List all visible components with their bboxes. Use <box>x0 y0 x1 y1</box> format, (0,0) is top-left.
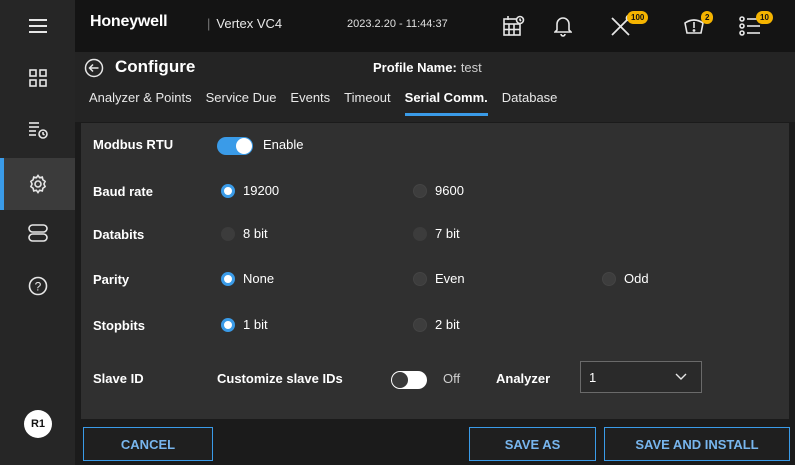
server-icon <box>27 224 48 242</box>
brand-logo: Honeywell <box>90 13 168 30</box>
list-clock-icon <box>28 122 48 139</box>
back-arrow-icon <box>84 58 104 78</box>
tools-badge: 100 <box>627 11 649 24</box>
top-bar: Honeywell Vertex VC4 2023.2.20 - 11:44:3… <box>75 0 795 52</box>
footer-bar: CANCEL SAVE AS SAVE AND INSTALL <box>75 420 795 465</box>
modbus-label: Modbus RTU <box>93 137 174 152</box>
notifications-button[interactable] <box>554 10 572 42</box>
tab-database[interactable]: Database <box>502 88 558 116</box>
sidebar: ? R1 <box>0 0 75 465</box>
alarm-button[interactable]: 2 <box>683 10 714 42</box>
cancel-button[interactable]: CANCEL <box>83 427 213 461</box>
save-as-button[interactable]: SAVE AS <box>469 427 596 461</box>
tab-serial-comm[interactable]: Serial Comm. <box>404 88 488 116</box>
list-badge: 10 <box>756 11 773 24</box>
sidebar-item-storage[interactable] <box>0 207 75 259</box>
parity-none-radio[interactable]: None <box>221 271 274 286</box>
parity-odd-radio[interactable]: Odd <box>602 271 649 286</box>
databits-7-radio[interactable]: 7 bit <box>413 226 460 241</box>
profile-value: test <box>460 60 482 75</box>
baud-rate-label: Baud rate <box>93 184 153 199</box>
slave-id-label: Slave ID <box>93 371 144 386</box>
customize-slave-label: Customize slave IDs <box>217 371 343 386</box>
customize-slave-toggle[interactable] <box>391 371 427 389</box>
databits-label: Databits <box>93 227 145 242</box>
log-list-button[interactable]: 10 <box>739 10 773 42</box>
tab-service-due[interactable]: Service Due <box>206 88 277 116</box>
baud-19200-radio[interactable]: 19200 <box>221 183 279 198</box>
svg-text:?: ? <box>34 280 41 294</box>
help-icon: ? <box>28 276 47 296</box>
device-model: Vertex VC4 <box>207 16 282 31</box>
toggle-knob <box>392 372 408 388</box>
analyzer-value: 1 <box>589 370 597 385</box>
tab-bar: Analyzer & Points Service Due Events Tim… <box>89 88 571 118</box>
profile-name: Profile Name: test <box>373 60 482 75</box>
hamburger-icon <box>28 19 47 33</box>
baud-9600-radio[interactable]: 9600 <box>413 183 464 198</box>
stopbits-1-radio[interactable]: 1 bit <box>221 317 268 332</box>
calendar-icon <box>503 15 525 36</box>
back-button[interactable] <box>84 58 104 78</box>
sidebar-item-dashboard[interactable] <box>0 52 75 104</box>
profile-label: Profile Name: <box>373 60 457 75</box>
tab-timeout[interactable]: Timeout <box>344 88 390 116</box>
tab-events[interactable]: Events <box>290 88 330 116</box>
alarm-badge: 2 <box>701 11 714 24</box>
stopbits-label: Stopbits <box>93 318 145 333</box>
parity-even-radio[interactable]: Even <box>413 271 465 286</box>
page-title: Configure <box>115 57 196 76</box>
analyzer-label: Analyzer <box>496 371 551 386</box>
sidebar-item-settings[interactable] <box>0 158 75 210</box>
sidebar-item-help[interactable]: ? <box>0 260 75 312</box>
modbus-toggle-label: Enable <box>263 137 304 152</box>
calendar-button[interactable] <box>503 10 525 42</box>
serial-comm-panel: Modbus RTU Enable Baud rate 19200 9600 D… <box>81 123 789 419</box>
menu-button[interactable] <box>0 0 75 52</box>
stopbits-2-radio[interactable]: 2 bit <box>413 317 460 332</box>
parity-label: Parity <box>93 272 130 287</box>
modbus-toggle[interactable] <box>217 137 253 155</box>
analyzer-select[interactable]: 1 <box>580 361 702 393</box>
bell-icon <box>554 17 572 37</box>
user-avatar[interactable]: R1 <box>24 410 52 438</box>
page-header: Configure Profile Name: test Analyzer & P… <box>75 52 795 122</box>
toggle-knob <box>236 138 252 154</box>
tab-analyzer-points[interactable]: Analyzer & Points <box>89 88 192 116</box>
gear-icon <box>29 174 46 194</box>
save-and-install-button[interactable]: SAVE AND INSTALL <box>604 427 790 461</box>
maintenance-button[interactable]: 100 <box>609 10 649 42</box>
customize-toggle-label: Off <box>443 371 461 386</box>
sidebar-item-schedule[interactable] <box>0 104 75 156</box>
grid-icon <box>28 69 47 87</box>
chevron-down-icon <box>675 373 687 380</box>
datetime: 2023.2.20 - 11:44:37 <box>347 18 448 30</box>
databits-8-radio[interactable]: 8 bit <box>221 226 268 241</box>
